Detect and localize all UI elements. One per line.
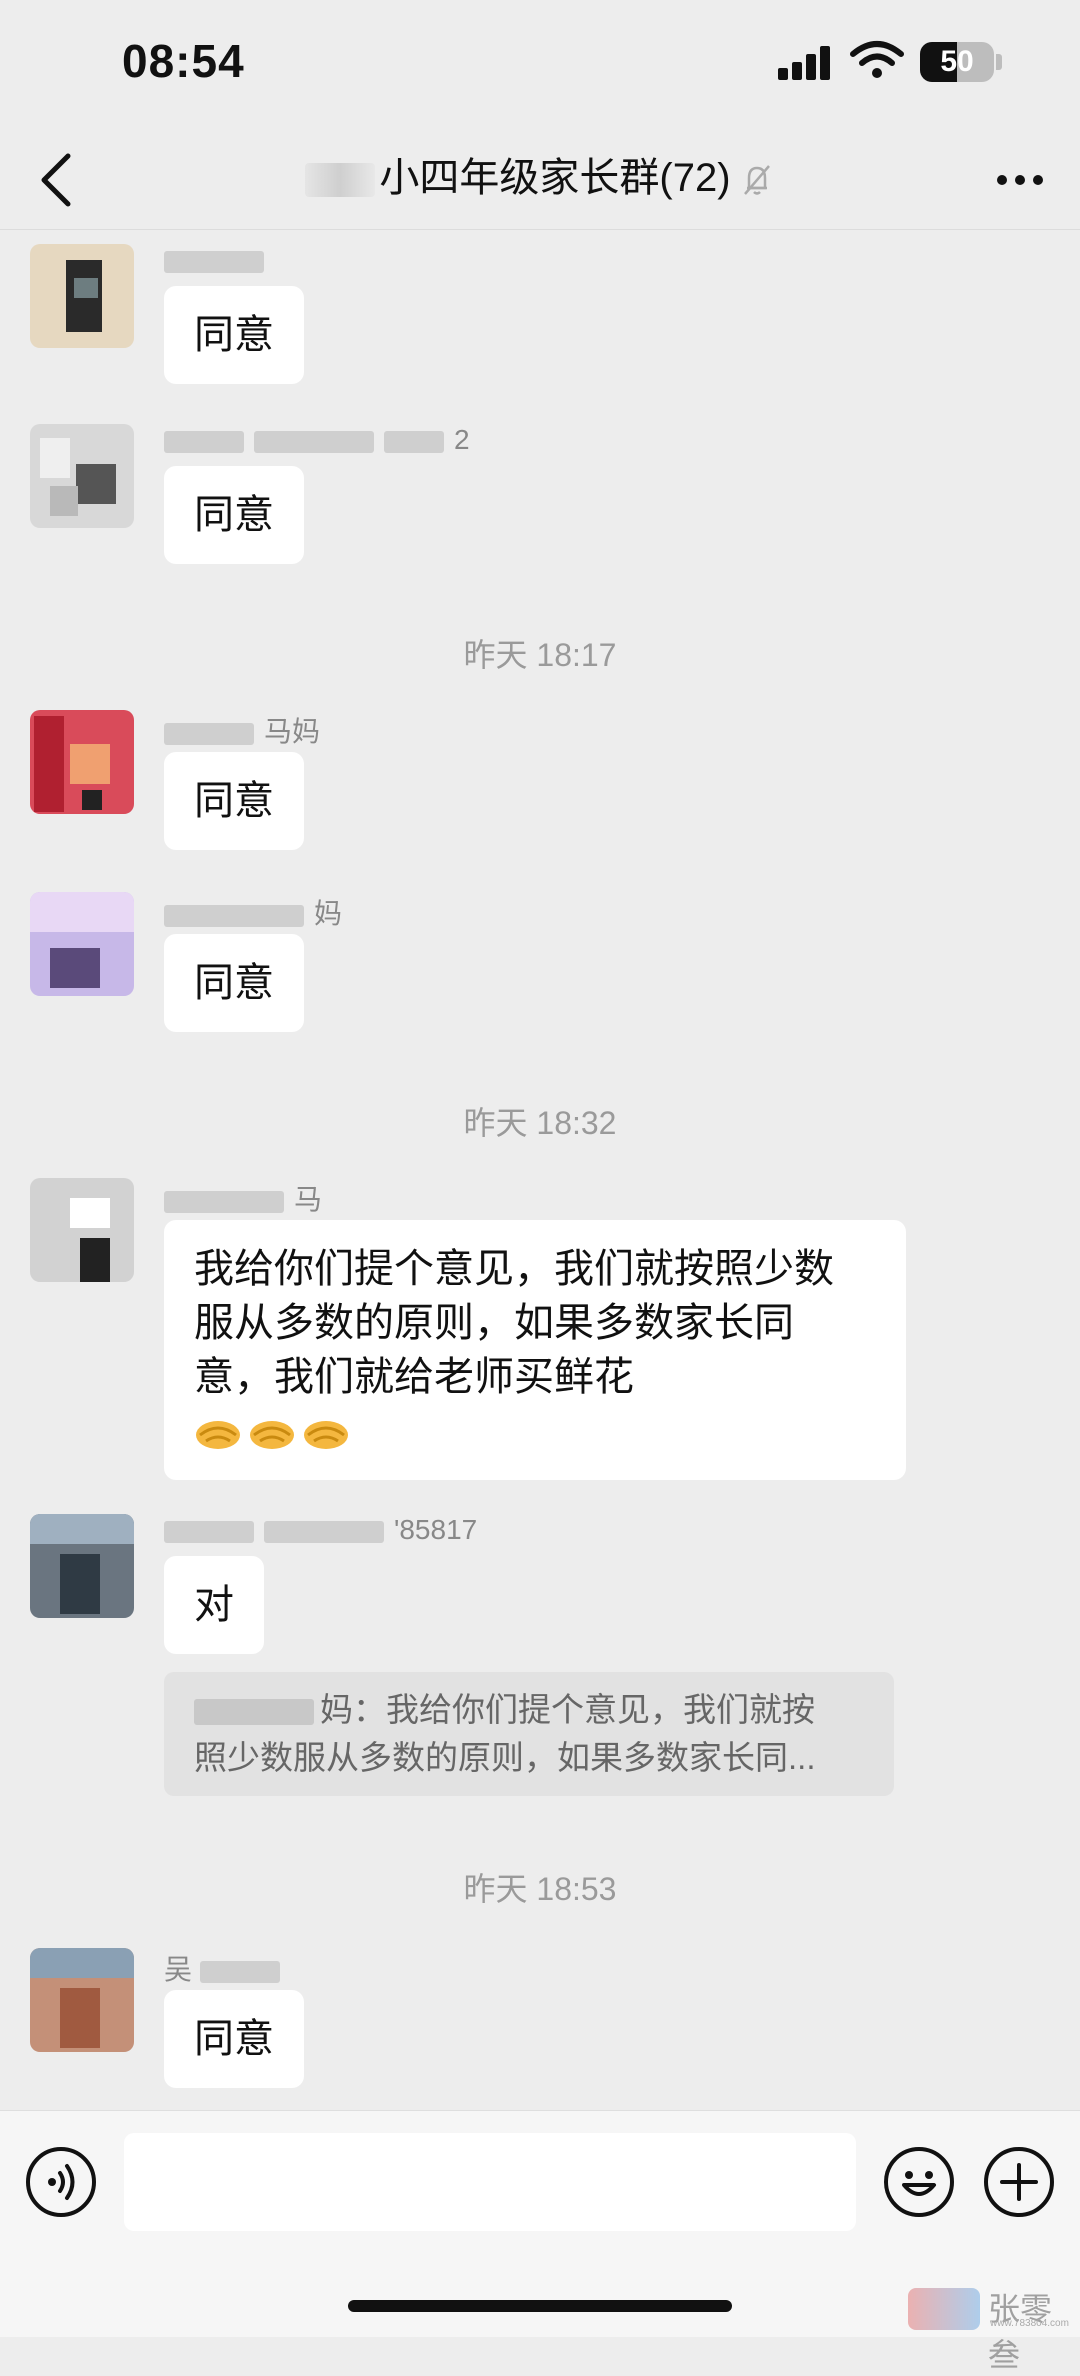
redacted-quote-sender <box>194 1699 314 1726</box>
mute-icon <box>743 165 770 196</box>
home-indicator[interactable] <box>348 2300 732 2312</box>
avatar[interactable] <box>30 1178 134 1282</box>
emoji-button[interactable] <box>884 2147 954 2217</box>
battery-percent: 50 <box>940 45 974 78</box>
message-line: 意，我们就给老师买鲜花 <box>194 1355 634 1399</box>
plus-icon <box>1000 2163 1038 2201</box>
avatar[interactable] <box>30 244 134 348</box>
more-icon[interactable] <box>990 160 1050 200</box>
avatar[interactable] <box>30 1514 134 1618</box>
message-bubble[interactable]: 同意 <box>164 934 304 1032</box>
quoted-message[interactable]: 妈：我给你们提个意见，我们就按 照少数服从多数的原则，如果多数家长同... <box>164 1672 894 1796</box>
watermark-url: www.783804.com <box>990 2318 1069 2329</box>
battery-icon: 50 <box>920 42 994 82</box>
avatar[interactable] <box>30 424 134 528</box>
wifi-icon <box>850 41 904 78</box>
message-bubble[interactable]: 同意 <box>164 752 304 850</box>
timestamp: 昨天 18:17 <box>463 637 617 673</box>
message-line: 服从多数的原则，如果多数家长同 <box>194 1301 794 1345</box>
signal-icon <box>778 46 834 80</box>
sender-name: 2 <box>164 424 470 458</box>
emoji-row <box>194 1404 876 1458</box>
message-input[interactable] <box>124 2133 856 2231</box>
message-bubble[interactable]: 同意 <box>164 286 304 384</box>
quote-line: 照少数服从多数的原则，如果多数家长同... <box>194 1739 816 1776</box>
handshake-icon <box>304 1421 348 1450</box>
clock: 08:54 <box>122 35 245 87</box>
sender-name: 妈 <box>164 892 342 929</box>
voice-button[interactable] <box>26 2147 96 2217</box>
status-bar: 08:54 50 <box>0 0 1080 130</box>
chat-title: 小四年级家长群(72) <box>379 156 731 200</box>
avatar[interactable] <box>30 1948 134 2052</box>
plus-button[interactable] <box>984 2147 1054 2217</box>
avatar[interactable] <box>30 710 134 814</box>
watermark-logo <box>908 2288 980 2330</box>
message-line: 我给你们提个意见，我们就按照少数 <box>194 1247 834 1291</box>
avatar[interactable] <box>30 892 134 996</box>
message-bubble[interactable]: 同意 <box>164 1990 304 2088</box>
sender-name <box>164 244 274 278</box>
watermark-text: 张零叁 <box>988 2291 1053 2373</box>
sender-name: 马妈 <box>164 710 320 747</box>
sender-name: '85817 <box>164 1514 477 1548</box>
timestamp: 昨天 18:53 <box>463 1871 617 1907</box>
chat-header: 小四年级家长群(72) <box>0 130 1080 230</box>
redacted-group-prefix <box>305 163 376 198</box>
chat-history[interactable]: 同意 2 同意 昨天 18:17 马妈 同意 妈 同意 昨天 18:32 马 我… <box>0 232 1080 2110</box>
timestamp: 昨天 18:32 <box>463 1105 617 1141</box>
handshake-icon <box>196 1421 240 1450</box>
message-bubble[interactable]: 对 <box>164 1556 264 1654</box>
emoji-icon <box>902 2171 936 2196</box>
quote-line: 妈：我给你们提个意见，我们就按 <box>194 1686 864 1734</box>
message-bubble[interactable]: 同意 <box>164 466 304 564</box>
watermark: 张零叁 www.783804.com <box>908 2284 1080 2373</box>
voice-icon <box>48 2164 75 2200</box>
sender-name: 吴 <box>164 1948 290 1985</box>
message-bubble[interactable]: 我给你们提个意见，我们就按照少数 服从多数的原则，如果多数家长同 意，我们就给老… <box>164 1220 906 1480</box>
handshake-icon <box>250 1421 294 1450</box>
chat-title-container: 小四年级家长群(72) <box>0 148 1080 208</box>
battery-tip <box>996 54 1002 70</box>
sender-name: 马 <box>164 1178 322 1215</box>
